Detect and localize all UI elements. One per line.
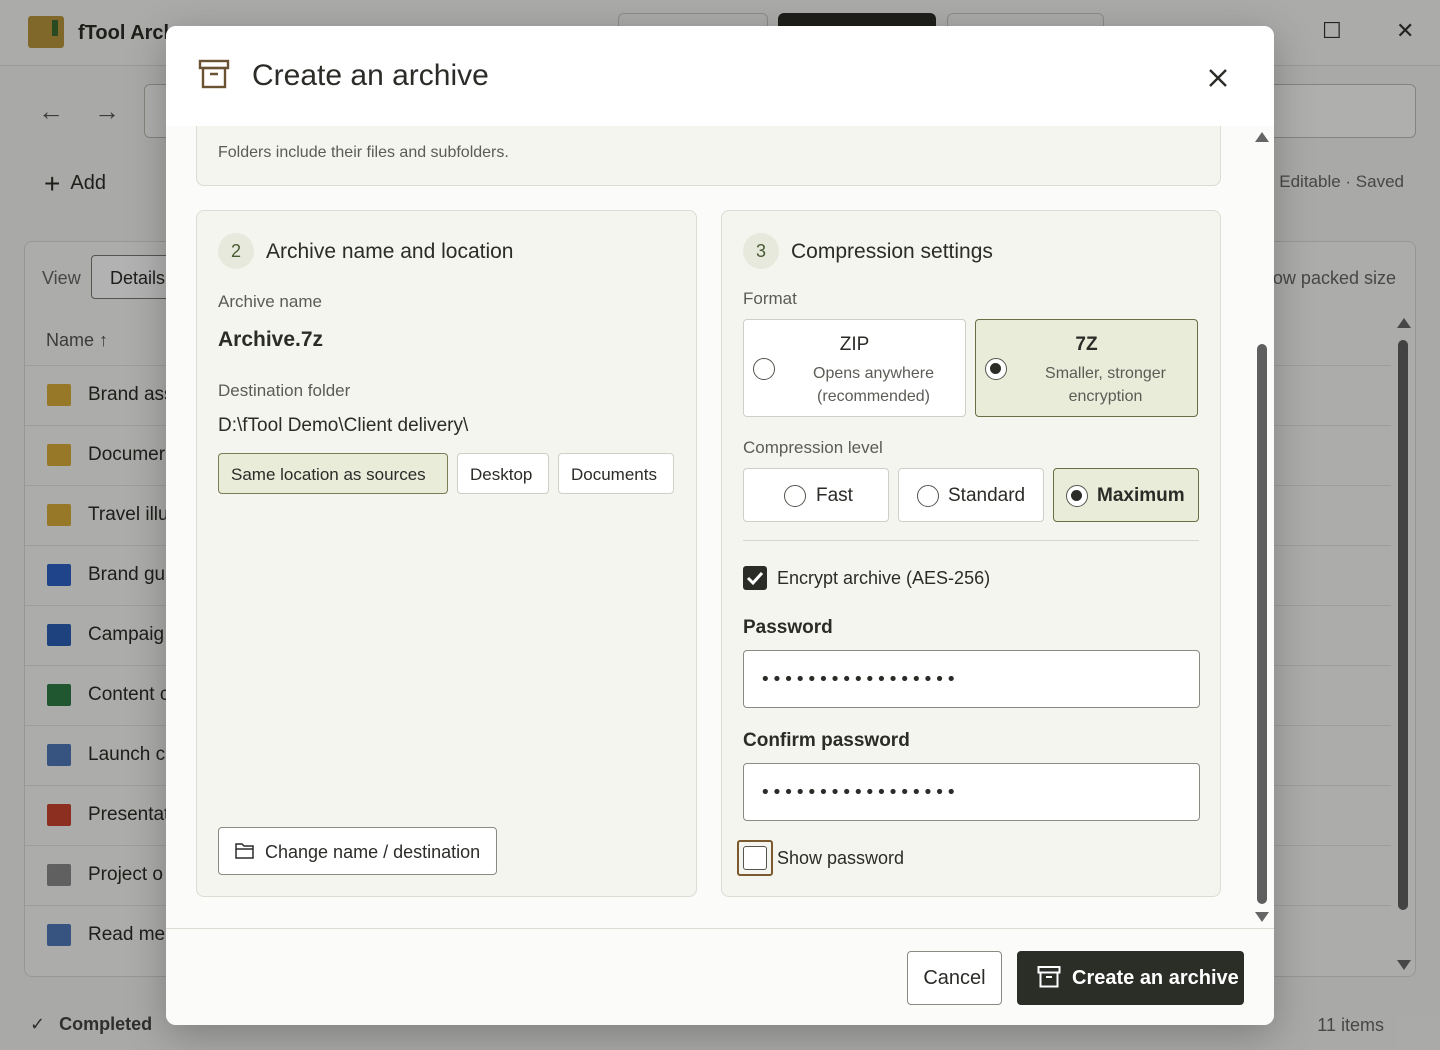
location-desktop[interactable]: Desktop [457,453,549,494]
step-badge-2: 2 [218,233,254,269]
password-label: Password [743,617,833,638]
show-password-checkbox[interactable] [743,846,767,870]
create-archive-label: Create an archive [1072,967,1239,989]
maximum-label: Maximum [1097,485,1185,506]
password-field[interactable] [743,650,1200,708]
7z-desc: Smaller, stronger encryption [1045,365,1166,405]
destination-path: D:\fTool Demo\Client delivery\ [218,415,469,436]
archive-box-icon [1037,966,1061,988]
close-icon[interactable] [1202,62,1234,94]
location-same-as-sources[interactable]: Same location as sources [218,453,448,494]
archive-box-icon [198,59,230,89]
dialog-scroll-thumb[interactable] [1257,344,1267,904]
create-archive-button[interactable]: Create an archive [1017,951,1244,1005]
format-option-zip[interactable]: ZIP Opens anywhere (recommended) [743,319,966,417]
confirm-password-label: Confirm password [743,730,910,751]
fast-label: Fast [816,485,853,506]
name-location-card: 2 Archive name and location Archive name… [196,210,697,897]
folder-open-icon [235,843,254,859]
dialog-title: Create an archive [252,59,489,92]
standard-radio[interactable] [917,485,939,507]
dialog-header: Create an archive [166,26,1274,126]
format-label: Format [743,289,797,308]
sources-hint: Folders include their files and subfolde… [218,144,509,161]
zip-name: ZIP [839,334,870,355]
sources-card: Folders include their files and subfolde… [196,126,1221,186]
create-archive-dialog: Create an archive Folders include their … [166,26,1274,1025]
maximum-radio[interactable] [1066,485,1088,507]
zip-desc: Opens anywhere (recommended) [813,365,934,405]
fast-radio[interactable] [784,485,806,507]
name-location-title: Archive name and location [266,240,514,263]
7z-name: 7Z [1075,334,1098,355]
zip-radio[interactable] [753,358,775,380]
dialog-scroll-up-icon[interactable] [1255,132,1269,142]
section-divider [743,540,1199,541]
show-password-label: Show password [777,848,905,868]
level-fast[interactable]: Fast [743,468,889,522]
location-documents[interactable]: Documents [558,453,674,494]
archive-name-label: Archive name [218,292,322,311]
level-standard[interactable]: Standard [898,468,1044,522]
step-badge-3: 3 [743,233,779,269]
change-name-destination-button[interactable]: Change name / destination [218,827,497,875]
encrypt-label: Encrypt archive (AES-256) [777,568,991,588]
confirm-password-field[interactable] [743,763,1200,821]
cancel-button[interactable]: Cancel [907,951,1002,1005]
7z-radio[interactable] [985,358,1007,380]
archive-name-value: Archive.7z [218,328,324,351]
checkmark-icon [746,571,764,586]
level-maximum[interactable]: Maximum [1053,468,1199,522]
destination-label: Destination folder [218,381,351,400]
standard-label: Standard [948,485,1026,506]
format-option-7z[interactable]: 7Z Smaller, stronger encryption [975,319,1198,417]
compression-level-label: Compression level [743,438,883,457]
change-button-label: Change name / destination [265,842,481,862]
dialog-scrollbar[interactable] [1254,132,1270,922]
dialog-scroll-down-icon[interactable] [1255,912,1269,922]
compression-card: 3 Compression settings Format ZIP Opens … [721,210,1221,897]
dialog-footer: Cancel Create an archive [166,928,1274,1025]
compression-title: Compression settings [791,240,993,263]
dialog-body: Folders include their files and subfolde… [166,126,1274,928]
encrypt-checkbox[interactable] [743,566,767,590]
